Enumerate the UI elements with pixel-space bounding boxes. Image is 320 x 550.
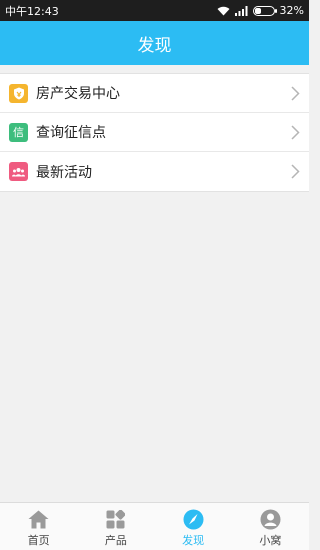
people-icon xyxy=(9,162,28,181)
battery-icon xyxy=(252,5,277,16)
status-bar: 中午12:43 32% xyxy=(0,0,309,21)
status-time: 中午12:43 xyxy=(5,4,59,18)
list-item-label: 查询征信点 xyxy=(36,125,106,141)
status-icons: 32% xyxy=(217,4,304,17)
list-item-label: 房产交易中心 xyxy=(36,86,120,102)
tab-my-nest[interactable]: 小窝 xyxy=(232,503,309,550)
bottom-tabbar: 首页 产品 发现 小窝 xyxy=(0,502,309,550)
list-item-property-center[interactable]: 房产交易中心 xyxy=(0,74,309,113)
tab-label: 发现 xyxy=(182,534,205,547)
discover-list: 房产交易中心 信 查询征信点 最新活动 xyxy=(0,73,309,192)
tab-label: 首页 xyxy=(27,534,50,547)
page-title: 发现 xyxy=(137,35,172,56)
battery-percent: 32% xyxy=(279,4,304,17)
chevron-right-icon xyxy=(291,86,300,101)
wifi-icon xyxy=(217,6,230,15)
list-item-latest-events[interactable]: 最新活动 xyxy=(0,152,309,191)
tab-label: 产品 xyxy=(104,534,127,547)
list-item-label: 最新活动 xyxy=(36,164,92,181)
list-item-credit-query[interactable]: 信 查询征信点 xyxy=(0,113,309,152)
grid-icon xyxy=(105,508,127,530)
compass-icon xyxy=(182,508,204,530)
tab-products[interactable]: 产品 xyxy=(77,503,154,550)
user-icon xyxy=(259,508,281,530)
shield-icon xyxy=(9,83,28,103)
tab-discover[interactable]: 发现 xyxy=(155,503,232,550)
tab-home[interactable]: 首页 xyxy=(0,503,77,550)
credit-icon: 信 xyxy=(9,122,28,142)
home-icon xyxy=(28,508,50,530)
chevron-right-icon xyxy=(291,125,300,140)
page-header: 发现 xyxy=(0,21,309,65)
signal-icon xyxy=(234,5,248,16)
credit-icon-text: 信 xyxy=(13,126,24,139)
tab-label: 小窝 xyxy=(259,534,282,547)
chevron-right-icon xyxy=(291,164,300,179)
